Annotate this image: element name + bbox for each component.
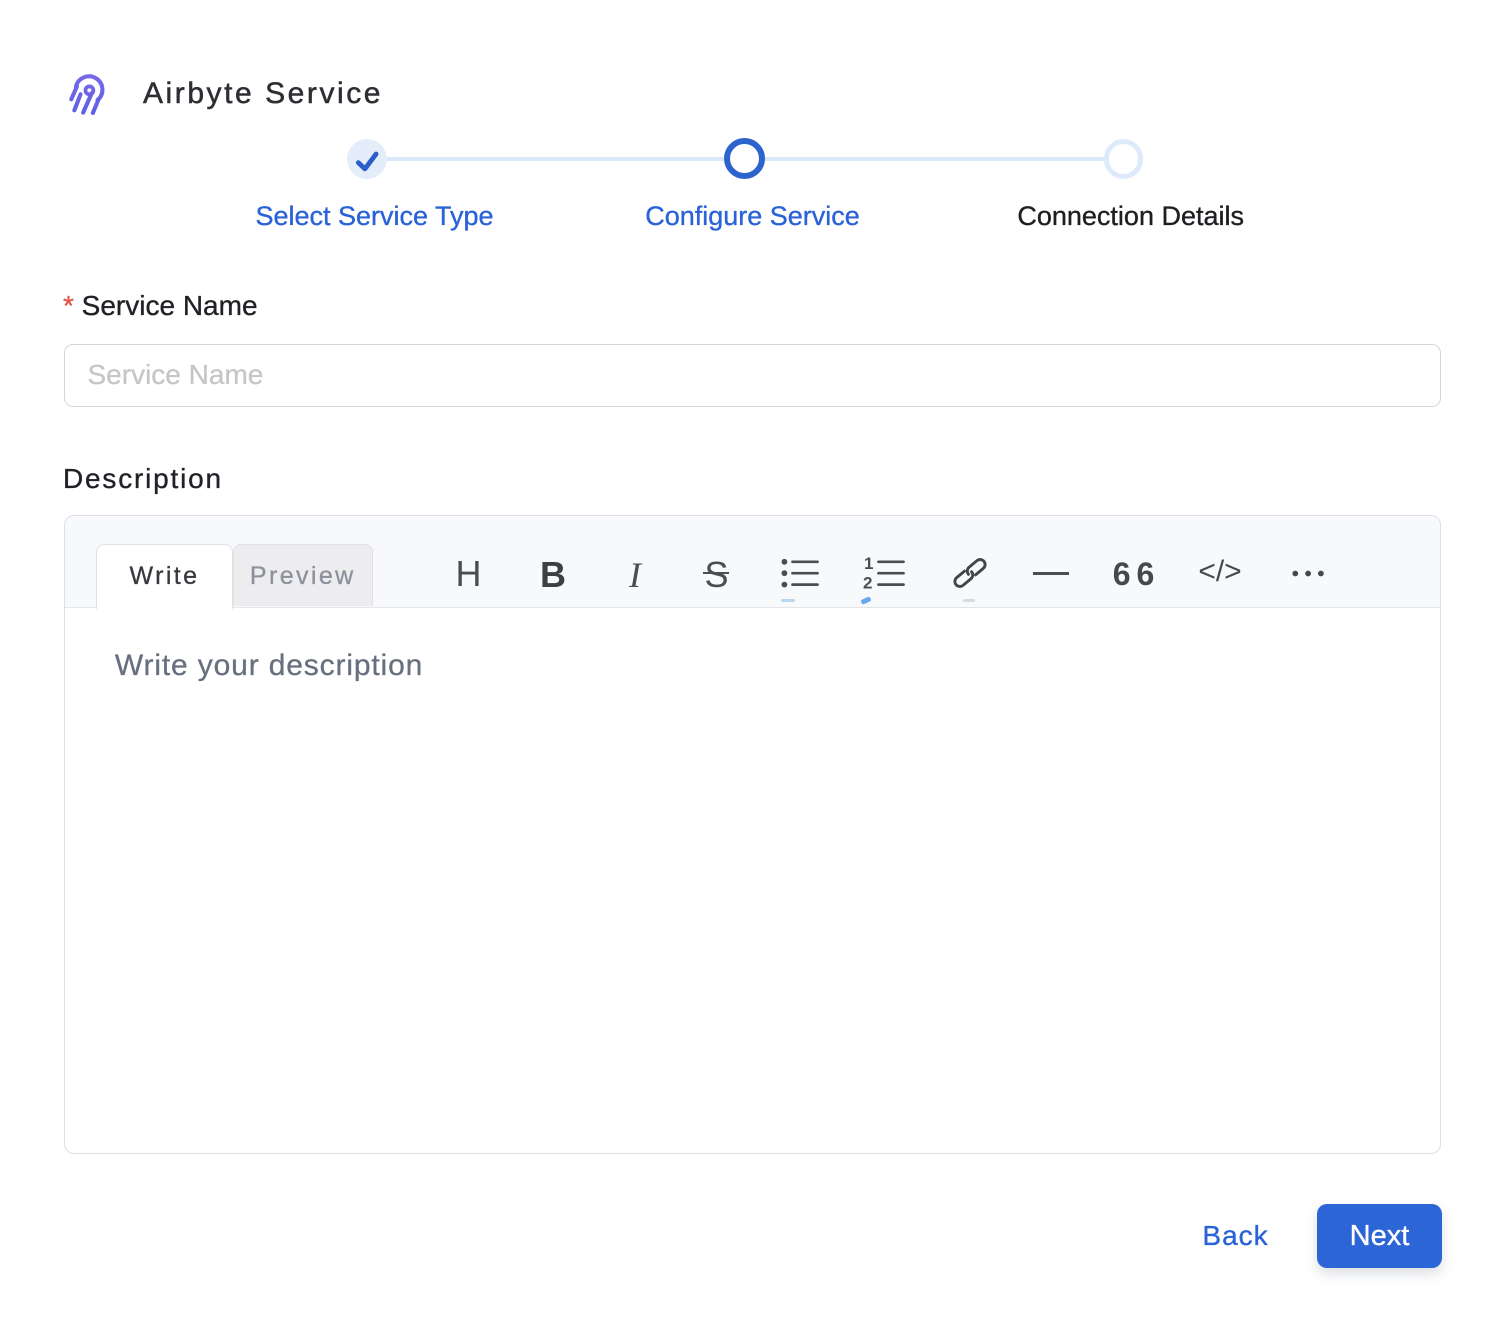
- svg-text:2: 2: [863, 573, 872, 592]
- svg-text:1: 1: [864, 554, 873, 573]
